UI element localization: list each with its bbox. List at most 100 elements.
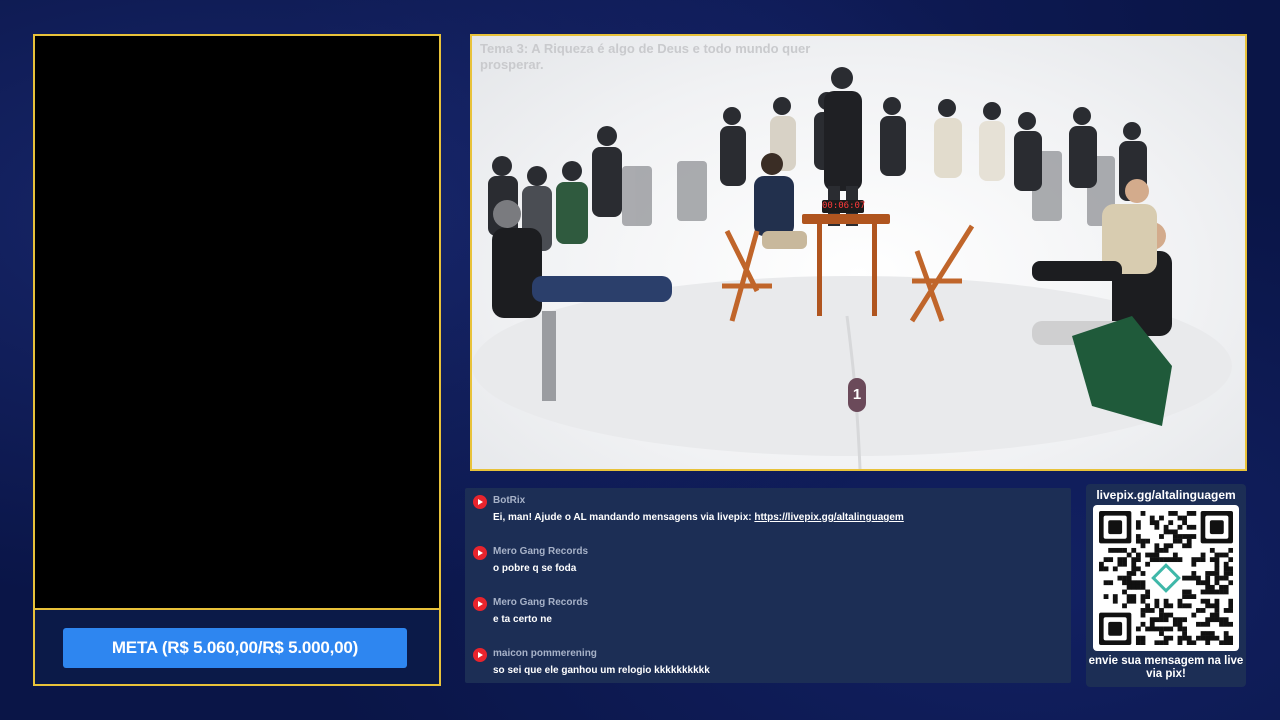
- qr-module: [1112, 566, 1118, 572]
- qr-code[interactable]: [1093, 505, 1239, 651]
- qr-module: [1209, 547, 1215, 553]
- qr-module: [1112, 547, 1118, 553]
- qr-module: [1200, 557, 1206, 563]
- qr-module: [1163, 626, 1169, 632]
- qr-module: [1223, 566, 1229, 572]
- qr-module: [1223, 589, 1229, 595]
- qr-module: [1149, 520, 1155, 526]
- qr-module: [1228, 640, 1234, 646]
- qr-module: [1159, 547, 1164, 553]
- qr-module: [1200, 580, 1206, 586]
- qr-module: [1159, 608, 1164, 613]
- chat-message: BotRix Ei, man! Ajude o AL mandando mens…: [473, 494, 1063, 545]
- qr-module: [1209, 635, 1215, 641]
- qr-module: [1219, 575, 1224, 581]
- qr-module: [1182, 520, 1187, 526]
- qr-module: [1205, 571, 1211, 576]
- qr-module: [1172, 534, 1178, 539]
- qr-module: [1145, 594, 1151, 599]
- qr-module: [1191, 534, 1197, 539]
- goal-progress-button[interactable]: META (R$ 5.060,00/R$ 5.000,00): [63, 628, 407, 668]
- qr-module: [1182, 626, 1187, 632]
- qr-module: [1140, 571, 1146, 576]
- qr-module: [1140, 543, 1146, 549]
- qr-module: [1228, 598, 1234, 604]
- youtube-icon: [473, 648, 487, 662]
- qr-module: [1191, 571, 1197, 576]
- qr-module: [1135, 635, 1141, 641]
- qr-module: [1145, 626, 1151, 632]
- qr-module: [1163, 603, 1169, 609]
- qr-module: [1214, 561, 1220, 567]
- qr-module: [1205, 635, 1211, 641]
- qr-module: [1126, 584, 1132, 590]
- qr-module: [1172, 538, 1178, 544]
- youtube-icon: [473, 546, 487, 560]
- qr-module: [1154, 598, 1160, 604]
- youtube-icon: [473, 597, 487, 611]
- livepix-link[interactable]: https://livepix.gg/altalinguagem: [754, 512, 903, 523]
- qr-module: [1168, 529, 1174, 535]
- qr-module: [1135, 534, 1141, 539]
- timer-display: 00:06:07: [822, 200, 866, 213]
- qr-module: [1140, 621, 1146, 627]
- qr-module: [1205, 640, 1211, 646]
- pix-logo-icon: [1151, 563, 1181, 593]
- qr-module: [1228, 603, 1234, 609]
- qr-module: [1117, 547, 1123, 553]
- qr-module: [1149, 515, 1155, 521]
- qr-module: [1140, 584, 1146, 590]
- qr-module: [1223, 635, 1229, 641]
- qr-module: [1214, 635, 1220, 641]
- qr-module: [1122, 580, 1127, 586]
- qr-module: [1182, 631, 1187, 636]
- qr-finder-pattern: [1108, 520, 1123, 535]
- qr-module: [1154, 524, 1160, 530]
- qr-module: [1145, 538, 1151, 544]
- qr-module: [1205, 584, 1211, 590]
- qr-module: [1140, 635, 1146, 641]
- qr-module: [1122, 547, 1127, 553]
- pix-url[interactable]: livepix.gg/altalinguagem: [1086, 488, 1246, 502]
- qr-module: [1172, 511, 1178, 516]
- qr-module: [1140, 640, 1146, 646]
- qr-module: [1191, 557, 1197, 563]
- qr-module: [1177, 640, 1183, 646]
- qr-module: [1122, 561, 1127, 567]
- qr-module: [1196, 557, 1201, 563]
- qr-module: [1140, 511, 1146, 516]
- qr-module: [1219, 589, 1224, 595]
- qr-module: [1145, 552, 1151, 558]
- live-chat: BotRix Ei, man! Ajude o AL mandando mens…: [465, 488, 1071, 683]
- qr-module: [1200, 589, 1206, 595]
- qr-module: [1135, 524, 1141, 530]
- qr-module: [1163, 617, 1169, 623]
- qr-module: [1172, 621, 1178, 627]
- qr-module: [1196, 635, 1201, 641]
- qr-module: [1145, 603, 1151, 609]
- qr-module: [1159, 617, 1164, 623]
- qr-module: [1209, 612, 1215, 618]
- qr-module: [1131, 580, 1137, 586]
- qr-module: [1122, 557, 1127, 563]
- qr-module: [1228, 635, 1234, 641]
- qr-module: [1154, 640, 1160, 646]
- qr-module: [1163, 529, 1169, 535]
- qr-module: [1149, 617, 1155, 623]
- qr-module: [1214, 612, 1220, 618]
- qr-module: [1200, 552, 1206, 558]
- qr-module: [1214, 557, 1220, 563]
- qr-module: [1140, 608, 1146, 613]
- qr-module: [1182, 635, 1187, 641]
- qr-module: [1168, 603, 1174, 609]
- qr-module: [1177, 534, 1183, 539]
- qr-module: [1122, 589, 1127, 595]
- topic-caption: Tema 3: A Riqueza é algo de Deus e todo …: [480, 41, 811, 72]
- qr-module: [1159, 626, 1164, 632]
- qr-module: [1223, 608, 1229, 613]
- qr-code-graphic: [1099, 511, 1234, 646]
- qr-module: [1186, 511, 1192, 516]
- qr-module: [1214, 580, 1220, 586]
- video-player[interactable]: Tema 3: A Riqueza é algo de Deus e todo …: [470, 34, 1247, 471]
- qr-module: [1159, 557, 1164, 563]
